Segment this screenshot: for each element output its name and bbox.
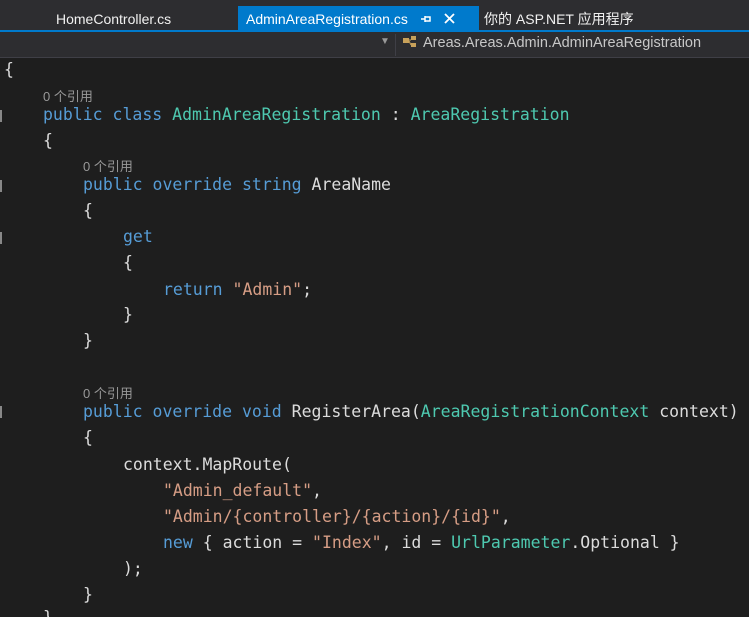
member-name: Areas.Areas.Admin.AdminAreaRegistration bbox=[423, 35, 702, 51]
code-line: "Admin_default", bbox=[163, 481, 322, 500]
member-dropdown[interactable]: Areas.Areas.Admin.AdminAreaRegistration bbox=[402, 35, 701, 51]
collapse-marker[interactable] bbox=[0, 110, 2, 122]
code-line: } bbox=[43, 607, 53, 617]
code-line: } bbox=[83, 331, 93, 350]
code-line: { bbox=[83, 428, 93, 447]
reference-count[interactable]: 0 个引用 bbox=[83, 383, 133, 402]
code-editor[interactable]: { 0 个引用 public class AdminAreaRegistrati… bbox=[0, 58, 749, 617]
code-line: { bbox=[123, 253, 133, 272]
code-line: ); bbox=[123, 559, 143, 578]
code-line: { bbox=[43, 131, 53, 150]
code-line: return "Admin"; bbox=[163, 280, 313, 299]
chevron-down-icon[interactable]: ▼ bbox=[380, 36, 390, 47]
code-line: public override string AreaName bbox=[83, 175, 391, 194]
tab-label: AdminAreaRegistration.cs bbox=[246, 11, 408, 27]
code-line: "Admin/{controller}/{action}/{id}", bbox=[163, 507, 511, 526]
navigation-bar: ▼ Areas.Areas.Admin.AdminAreaRegistratio… bbox=[0, 32, 749, 58]
collapse-marker[interactable] bbox=[0, 232, 2, 244]
code-line: } bbox=[123, 305, 133, 324]
class-icon bbox=[402, 35, 423, 51]
close-icon[interactable] bbox=[444, 7, 455, 33]
document-tab-bar: HomeController.cs AdminAreaRegistration.… bbox=[0, 0, 749, 32]
code-line: { bbox=[4, 60, 14, 79]
pin-icon[interactable] bbox=[420, 7, 432, 33]
tab-label: 你的 ASP.NET 应用程序 bbox=[484, 11, 634, 27]
collapse-marker[interactable] bbox=[0, 406, 2, 418]
code-line: public override void RegisterArea(AreaRe… bbox=[83, 402, 739, 421]
tab-home-controller[interactable]: HomeController.cs bbox=[48, 6, 179, 32]
tab-label: HomeController.cs bbox=[56, 11, 172, 27]
reference-count[interactable]: 0 个引用 bbox=[83, 156, 133, 175]
nav-divider bbox=[395, 34, 396, 56]
tab-admin-area-registration[interactable]: AdminAreaRegistration.cs bbox=[238, 6, 479, 32]
code-line: public class AdminAreaRegistration : Are… bbox=[43, 105, 570, 124]
code-line: { bbox=[83, 201, 93, 220]
tab-asp-net-app[interactable]: 你的 ASP.NET 应用程序 bbox=[476, 6, 642, 32]
code-line: get bbox=[123, 227, 153, 246]
code-line: new { action = "Index", id = UrlParamete… bbox=[163, 533, 680, 552]
code-line: context.MapRoute( bbox=[123, 455, 292, 474]
collapse-marker[interactable] bbox=[0, 180, 2, 192]
code-line: } bbox=[83, 585, 93, 604]
reference-count[interactable]: 0 个引用 bbox=[43, 86, 93, 105]
